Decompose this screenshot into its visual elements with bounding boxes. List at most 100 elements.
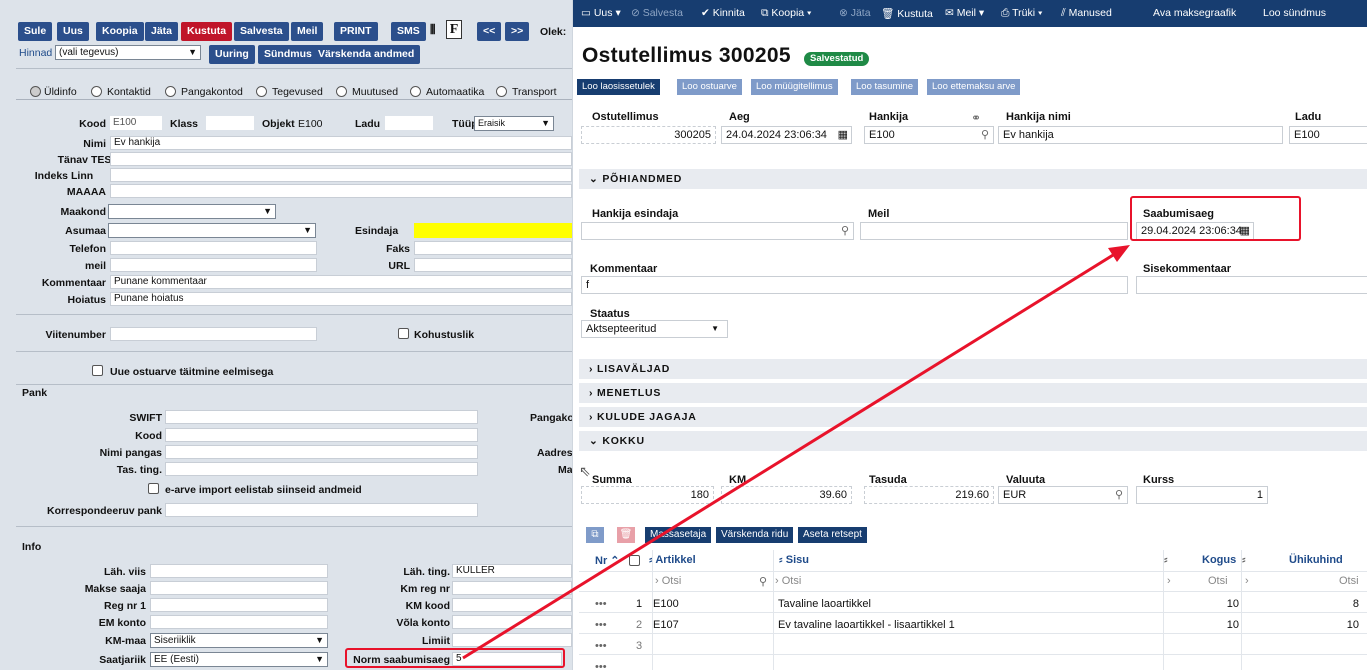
filter-sisu-input[interactable]: › Otsi [775, 575, 801, 587]
jata-button[interactable]: Jäta [145, 22, 179, 41]
row-kogus[interactable]: 10 [1209, 598, 1239, 610]
tab-automaatika[interactable]: Automaatika [426, 86, 484, 98]
col-artikkel-header[interactable]: ⸗ Artikkel [649, 554, 696, 566]
tab-transport-radio[interactable] [496, 86, 507, 97]
kommentaar-field[interactable]: f [581, 276, 1128, 294]
maakond-select[interactable]: ▼ [108, 204, 276, 219]
maaaa-input[interactable] [110, 184, 572, 198]
aeg-field[interactable]: 24.04.2024 23:06:34 ▦ [721, 126, 852, 144]
meil-input[interactable] [110, 258, 317, 272]
table-row[interactable]: ••• [579, 658, 1367, 670]
section-kokku[interactable]: ⌄ KOKKU [579, 431, 1367, 451]
varskenda-ridu-button[interactable]: Värskenda ridu [716, 527, 794, 543]
col-nr-header[interactable]: Nr ⌃ [595, 554, 620, 567]
lah-ting-input[interactable]: KULLER [452, 564, 572, 578]
vola-konto-input[interactable] [452, 615, 572, 629]
manused-action[interactable]: ⫽ Manused [1061, 7, 1112, 20]
kustuta-action[interactable]: 🗑 Kustuta [881, 7, 933, 20]
row-artikkel[interactable]: E100 [653, 598, 679, 610]
paperclip-icon[interactable]: ⫴ [430, 22, 435, 38]
meil-button[interactable]: Meil [291, 22, 324, 41]
syndmus-button[interactable]: Sündmus [258, 45, 318, 64]
varskenda-andmed-button[interactable]: Värskenda andmed [312, 45, 421, 64]
koopia-button[interactable]: Koopia [96, 22, 144, 41]
row-hind[interactable]: 10 [1329, 619, 1359, 631]
search-icon[interactable]: ⚲ [841, 223, 849, 239]
loo-syndmus-action[interactable]: Loo sündmus [1263, 7, 1326, 19]
km-kood-input[interactable] [452, 598, 572, 612]
tab-kontaktid[interactable]: Kontaktid [107, 86, 151, 98]
sms-button[interactable]: SMS [391, 22, 426, 41]
asumaa-select[interactable]: ▼ [108, 223, 316, 238]
filter-artikkel-input[interactable]: › Otsi [655, 575, 681, 587]
tab-tegevused-radio[interactable] [256, 86, 267, 97]
em-konto-input[interactable] [150, 615, 328, 629]
tab-uldinfo-radio[interactable] [30, 86, 41, 97]
filter-hind-input[interactable]: › Otsi [1245, 575, 1359, 587]
row-kogus[interactable]: 10 [1209, 619, 1239, 631]
col-pin-icon[interactable]: ⸗ [1164, 554, 1168, 566]
sule-button[interactable]: Sule [18, 22, 53, 41]
row-menu-icon[interactable]: ••• [595, 598, 607, 610]
section-pohiandmed[interactable]: ⌄ PÕHIANDMED [579, 169, 1367, 189]
tab-uldinfo[interactable]: Üldinfo [44, 86, 77, 98]
ava-maksegraafik-action[interactable]: Ava maksegraafik [1153, 7, 1236, 19]
massasetaja-button[interactable]: Massasetaja [645, 527, 712, 543]
kinnita-action[interactable]: ✔ Kinnita [701, 7, 745, 19]
row-sisu[interactable]: Ev tavaline laoartikkel - lisaartikkel 1 [778, 619, 955, 631]
print-button[interactable]: PRINT [334, 22, 378, 41]
section-menetlus[interactable]: › MENETLUS [579, 383, 1367, 403]
valuuta-field[interactable]: EUR ⚲ [998, 486, 1128, 504]
hinnad-select[interactable]: (vali tegevus) ▼ [55, 45, 201, 60]
tab-automaatika-radio[interactable] [410, 86, 421, 97]
tab-kontaktid-radio[interactable] [91, 86, 102, 97]
salvesta-button[interactable]: Salvesta [234, 22, 289, 41]
tab-muutused-radio[interactable] [336, 86, 347, 97]
table-row[interactable]: ••• 2 E107 Ev tavaline laoartikkel - lis… [579, 616, 1367, 634]
trash-icon[interactable]: 🗑 [617, 527, 635, 543]
staatus-select[interactable]: Aktsepteeritud ▼ [581, 320, 728, 338]
table-row[interactable]: ••• 3 [579, 637, 1367, 655]
saatjariik-select[interactable]: EE (Eesti) ▼ [150, 652, 328, 667]
reg-nr-input[interactable] [150, 598, 328, 612]
search-icon[interactable]: ⚲ [759, 575, 767, 588]
select-all-checkbox[interactable] [629, 555, 640, 566]
faks-input[interactable] [414, 241, 572, 255]
row-sisu[interactable]: Tavaline laoartikkel [778, 598, 871, 610]
kohustuslik-checkbox[interactable] [398, 328, 409, 339]
km-reg-input[interactable] [452, 581, 572, 595]
tab-muutused[interactable]: Muutused [352, 86, 398, 98]
row-hind[interactable]: 8 [1329, 598, 1359, 610]
url-input[interactable] [414, 258, 572, 272]
sisekommentaar-field[interactable] [1136, 276, 1367, 294]
km-maa-select[interactable]: Siseriiklik ▼ [150, 633, 328, 648]
loo-myygitellimus-button[interactable]: Loo müügitellimus [751, 79, 838, 95]
search-icon[interactable]: ⚲ [981, 127, 989, 143]
lah-viis-input[interactable] [150, 564, 328, 578]
indeks-linn-input[interactable] [110, 168, 572, 182]
kood2-input[interactable] [165, 428, 478, 442]
kustuta-button[interactable]: Kustuta [181, 22, 233, 41]
truki-menu[interactable]: ⎙ Trüki ▾ [1001, 7, 1042, 20]
tyyp-select[interactable]: Eraisik ▼ [474, 116, 554, 131]
search-icon[interactable]: ⚲ [1115, 487, 1123, 503]
ladu-input[interactable] [385, 116, 433, 130]
nimi-input[interactable]: Ev hankija [110, 136, 572, 150]
nimi-pangas-input[interactable] [165, 445, 478, 459]
col-pin-icon[interactable]: ⸗ [1242, 554, 1246, 566]
tas-ting-input[interactable] [165, 462, 478, 476]
loo-tasumine-button[interactable]: Loo tasumine [851, 79, 919, 95]
meil-field[interactable] [860, 222, 1128, 240]
tanav-input[interactable] [110, 152, 572, 166]
link-icon[interactable]: ⚭ [971, 111, 981, 125]
hankija-field[interactable]: E100 ⚲ [864, 126, 994, 144]
swift-input[interactable] [165, 410, 478, 424]
klass-input[interactable] [206, 116, 254, 130]
next-button[interactable]: >> [505, 22, 530, 41]
hoiatus-input[interactable]: Punane hoiatus [110, 292, 572, 306]
filter-kogus-input[interactable]: › Otsi [1167, 575, 1228, 587]
earve-checkbox[interactable] [148, 483, 159, 494]
col-sisu-header[interactable]: ⸗ Sisu [779, 554, 809, 566]
hankija-esindaja-field[interactable]: ⚲ [581, 222, 854, 240]
korrespondeeruv-input[interactable] [165, 503, 478, 517]
